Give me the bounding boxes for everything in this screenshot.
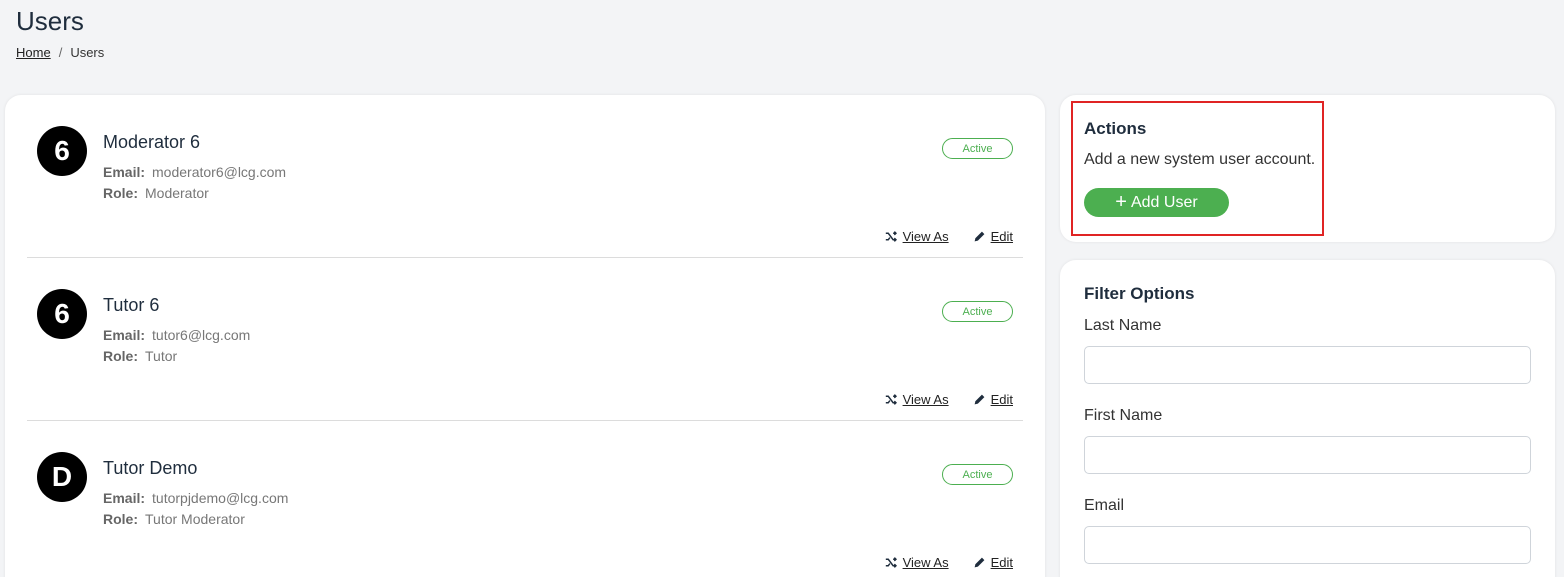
email-label: Email: bbox=[103, 490, 146, 506]
page-title: Users bbox=[16, 6, 84, 36]
users-list-card: 6 Moderator 6 Email: moderator6@lcg.com R… bbox=[5, 95, 1045, 577]
pencil-icon bbox=[974, 394, 984, 405]
user-role: Tutor Moderator bbox=[145, 511, 245, 527]
actions-card: Actions Add a new system user account. +… bbox=[1060, 95, 1555, 242]
shuffle-icon bbox=[885, 231, 897, 242]
view-as-label: View As bbox=[902, 229, 949, 244]
avatar: 6 bbox=[37, 126, 87, 176]
user-email: moderator6@lcg.com bbox=[152, 164, 287, 180]
add-user-label: Add User bbox=[1130, 193, 1198, 211]
view-as-label: View As bbox=[902, 555, 949, 570]
edit-link[interactable]: Edit bbox=[973, 555, 1013, 570]
avatar: D bbox=[37, 452, 87, 502]
role-label: Role: bbox=[103, 185, 138, 201]
email-filter-label: Email bbox=[1084, 497, 1125, 514]
last-name-label: Last Name bbox=[1084, 317, 1162, 334]
first-name-input[interactable] bbox=[1084, 436, 1531, 474]
user-email: tutor6@lcg.com bbox=[152, 327, 251, 343]
breadcrumb: Home / Users bbox=[16, 45, 104, 60]
user-list-item: 6 Moderator 6 Email: moderator6@lcg.com R… bbox=[27, 95, 1023, 258]
actions-description: Add a new system user account. bbox=[1084, 151, 1316, 168]
status-badge: Active bbox=[942, 138, 1013, 159]
user-email: tutorpjdemo@lcg.com bbox=[152, 490, 289, 506]
user-meta: Email: tutorpjdemo@lcg.com Role: Tutor Mod… bbox=[103, 488, 288, 530]
user-role: Tutor bbox=[145, 348, 178, 364]
user-meta: Email: tutor6@lcg.com Role: Tutor bbox=[103, 325, 250, 367]
view-as-label: View As bbox=[902, 392, 949, 407]
email-label: Email: bbox=[103, 327, 146, 343]
edit-label: Edit bbox=[990, 229, 1013, 244]
user-actions: View As Edit bbox=[885, 555, 1013, 570]
view-as-link[interactable]: View As bbox=[885, 555, 949, 570]
filter-options-card: Filter Options Last Name First Name Emai… bbox=[1060, 260, 1555, 577]
view-as-link[interactable]: View As bbox=[885, 229, 949, 244]
last-name-input[interactable] bbox=[1084, 346, 1531, 384]
first-name-label: First Name bbox=[1084, 407, 1163, 424]
filter-title: Filter Options bbox=[1084, 284, 1195, 303]
role-label: Role: bbox=[103, 348, 138, 364]
avatar: 6 bbox=[37, 289, 87, 339]
breadcrumb-home-link[interactable]: Home bbox=[16, 45, 51, 60]
user-name: Tutor Demo bbox=[103, 458, 198, 478]
email-label: Email: bbox=[103, 164, 146, 180]
pencil-icon bbox=[974, 557, 984, 568]
user-actions: View As Edit bbox=[885, 229, 1013, 244]
breadcrumb-current: Users bbox=[70, 45, 105, 60]
add-user-button[interactable]: + Add User bbox=[1084, 188, 1229, 217]
user-name: Tutor 6 bbox=[103, 295, 160, 315]
pencil-icon bbox=[974, 231, 984, 242]
user-list-item: 6 Tutor 6 Email: tutor6@lcg.com Role: Tuto… bbox=[27, 258, 1023, 421]
edit-label: Edit bbox=[990, 555, 1013, 570]
breadcrumb-separator: / bbox=[58, 45, 63, 60]
email-filter-input[interactable] bbox=[1084, 526, 1531, 564]
user-role: Moderator bbox=[145, 185, 209, 201]
shuffle-icon bbox=[885, 394, 897, 405]
view-as-link[interactable]: View As bbox=[885, 392, 949, 407]
user-list-item: D Tutor Demo Email: tutorpjdemo@lcg.com R… bbox=[27, 421, 1023, 577]
edit-label: Edit bbox=[990, 392, 1013, 407]
status-badge: Active bbox=[942, 301, 1013, 322]
edit-link[interactable]: Edit bbox=[973, 229, 1013, 244]
role-label: Role: bbox=[103, 511, 138, 527]
status-badge: Active bbox=[942, 464, 1013, 485]
user-name: Moderator 6 bbox=[103, 132, 201, 152]
user-actions: View As Edit bbox=[885, 392, 1013, 407]
user-meta: Email: moderator6@lcg.com Role: Moderator bbox=[103, 162, 286, 204]
plus-icon: + bbox=[1115, 190, 1127, 213]
edit-link[interactable]: Edit bbox=[973, 392, 1013, 407]
actions-title: Actions bbox=[1084, 119, 1147, 138]
shuffle-icon bbox=[885, 557, 897, 568]
